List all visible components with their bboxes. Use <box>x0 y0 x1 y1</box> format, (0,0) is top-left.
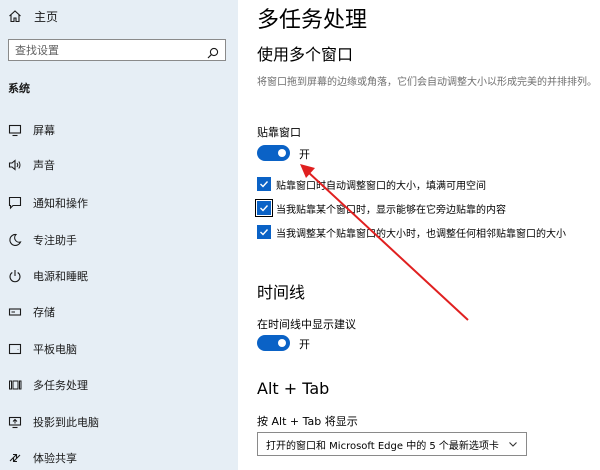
home-icon <box>8 9 22 23</box>
sidebar-item-label: 存储 <box>33 306 55 319</box>
checkbox-checked[interactable] <box>255 199 273 217</box>
snap-option-show-assist[interactable]: 当我贴靠某个窗口时，显示能够在它旁边贴靠的内容 <box>255 199 506 217</box>
alttab-selected-value: 打开的窗口和 Microsoft Edge 中的 5 个最新选项卡 <box>266 440 499 452</box>
monitor-icon <box>8 123 22 137</box>
sidebar-item-tablet[interactable]: 平板电脑 <box>0 339 238 359</box>
sidebar-item-shared-experiences[interactable]: 体验共享 <box>0 448 238 468</box>
toggle-knob <box>278 149 286 157</box>
alttab-label: 按 Alt + Tab 将显示 <box>257 415 358 428</box>
snap-description: 将窗口拖到屏幕的边缘或角落，它们会自动调整大小以形成完美的并排排列。 <box>257 77 597 88</box>
multitasking-icon <box>8 378 22 392</box>
sidebar-item-label: 多任务处理 <box>33 379 88 392</box>
snap-option-resize-adjacent[interactable]: 当我调整某个贴靠窗口的大小时，也调整任何相邻贴靠窗口的大小 <box>257 224 566 240</box>
search-icon[interactable] <box>207 44 219 59</box>
moon-icon <box>8 233 22 247</box>
toggle-knob <box>278 339 286 347</box>
sidebar-item-storage[interactable]: 存储 <box>0 302 238 322</box>
sidebar-item-focus-assist[interactable]: 专注助手 <box>0 230 238 250</box>
checkbox-checked[interactable] <box>257 177 271 191</box>
tablet-icon <box>8 342 22 356</box>
page-title: 多任务处理 <box>257 8 368 33</box>
snap-option-label: 当我调整某个贴靠窗口的大小时，也调整任何相邻贴靠窗口的大小 <box>276 228 566 240</box>
snap-toggle-label: 贴靠窗口 <box>257 126 301 139</box>
timeline-suggestions-toggle[interactable] <box>257 335 290 351</box>
speaker-icon <box>8 158 22 172</box>
home-label: 主页 <box>34 9 59 24</box>
snap-option-label: 当我贴靠某个窗口时，显示能够在它旁边贴靠的内容 <box>276 204 506 216</box>
projecting-icon <box>8 415 22 429</box>
alttab-heading: Alt + Tab <box>257 379 330 398</box>
sidebar-item-label: 平板电脑 <box>33 343 77 356</box>
search-input[interactable] <box>15 43 207 57</box>
sidebar-item-power[interactable]: 电源和睡眠 <box>0 266 238 286</box>
sidebar-item-label: 屏幕 <box>33 124 55 137</box>
sidebar-item-label: 电源和睡眠 <box>33 270 88 283</box>
alttab-dropdown[interactable]: 打开的窗口和 Microsoft Edge 中的 5 个最新选项卡 <box>257 432 527 456</box>
snap-heading: 使用多个窗口 <box>257 45 354 64</box>
sidebar-item-display[interactable]: 屏幕 <box>0 120 238 140</box>
sidebar-item-project-to-pc[interactable]: 投影到此电脑 <box>0 412 238 432</box>
search-box[interactable] <box>8 39 226 61</box>
home-link[interactable]: 主页 <box>8 6 58 26</box>
sidebar-item-label: 体验共享 <box>33 452 77 465</box>
sidebar-item-label: 通知和操作 <box>33 197 88 210</box>
sidebar-item-multitasking[interactable]: 多任务处理 <box>0 375 238 395</box>
timeline-heading: 时间线 <box>257 283 306 302</box>
section-label-system: 系统 <box>8 82 30 95</box>
timeline-toggle-label: 在时间线中显示建议 <box>257 318 356 331</box>
sidebar-item-label: 声音 <box>33 159 55 172</box>
sidebar: 主页 系统 屏幕 声音 通知和操作 专注助手 电源和睡眠 存储 平板电脑 多任务… <box>0 0 238 470</box>
snap-option-label: 贴靠窗口时自动调整窗口的大小，填满可用空间 <box>276 180 486 192</box>
checkbox-checked[interactable] <box>257 225 271 239</box>
snap-toggle-state: 开 <box>299 148 310 161</box>
chevron-down-icon <box>508 439 518 449</box>
notification-icon <box>8 196 22 210</box>
sidebar-item-sound[interactable]: 声音 <box>0 155 238 175</box>
sidebar-item-notifications[interactable]: 通知和操作 <box>0 193 238 213</box>
sidebar-item-label: 专注助手 <box>33 234 77 247</box>
snap-option-fill-space[interactable]: 贴靠窗口时自动调整窗口的大小，填满可用空间 <box>257 176 486 192</box>
timeline-toggle-state: 开 <box>299 338 310 351</box>
sidebar-item-label: 投影到此电脑 <box>33 416 99 429</box>
shared-experiences-icon <box>8 451 22 465</box>
main-panel: 多任务处理 使用多个窗口 将窗口拖到屏幕的边缘或角落，它们会自动调整大小以形成完… <box>238 0 600 470</box>
power-icon <box>8 269 22 283</box>
snap-windows-toggle[interactable] <box>257 145 290 161</box>
storage-icon <box>8 305 22 319</box>
